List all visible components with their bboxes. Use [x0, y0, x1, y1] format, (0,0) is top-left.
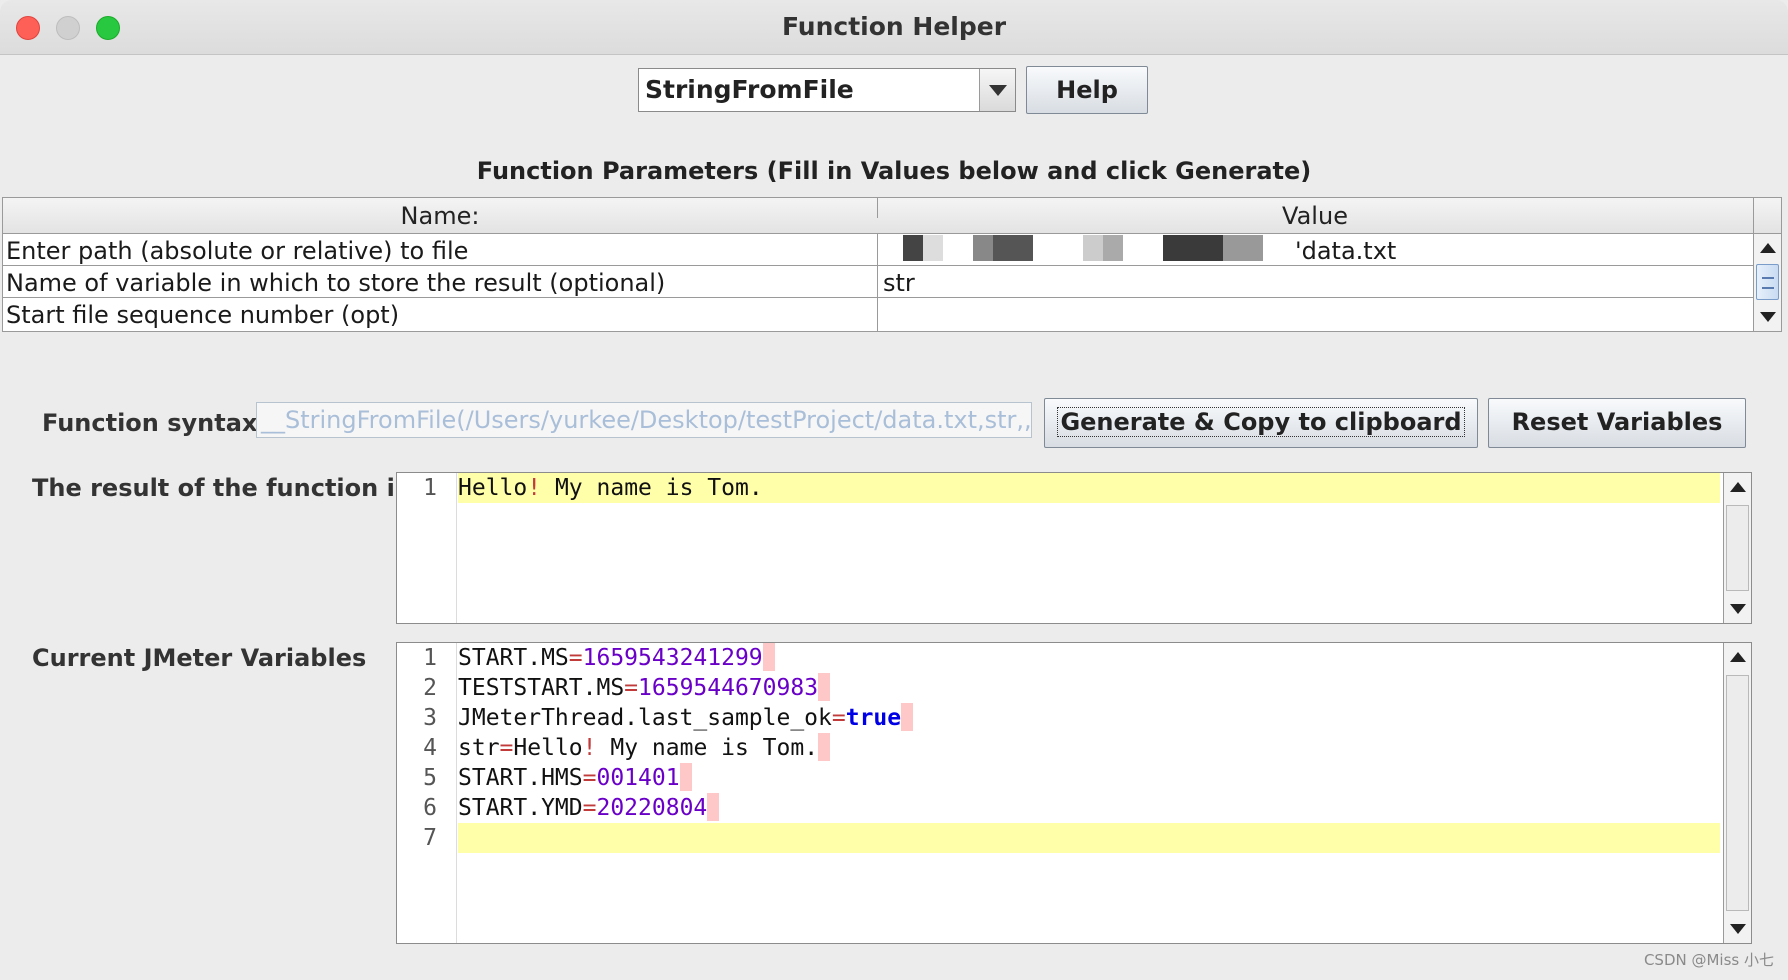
function-helper-window: Function Helper StringFromFile Help Func… — [0, 0, 1788, 980]
variable-line: START.YMD=20220804 — [458, 793, 720, 823]
variable-line: JMeterThread.last_sample_ok=true — [458, 703, 914, 733]
table-row[interactable]: Enter path (absolute or relative) to fil… — [3, 234, 1753, 266]
result-editor[interactable]: 1 Hello! My name is Tom. — [396, 472, 1752, 624]
result-label: The result of the function is — [32, 474, 410, 502]
table-scrollbar[interactable] — [1753, 234, 1781, 331]
parameters-table: Name: Value Enter path (absolute or rela… — [2, 197, 1782, 332]
param-name: Enter path (absolute or relative) to fil… — [6, 237, 469, 265]
param-value[interactable]: str — [883, 269, 915, 297]
line-number-gutter: 1 — [397, 473, 457, 623]
table-row[interactable]: Name of variable in which to store the r… — [3, 266, 1753, 298]
scroll-down-icon[interactable] — [1724, 595, 1751, 623]
line-number-gutter: 1 2 3 4 5 6 7 — [397, 643, 457, 943]
table-row[interactable]: Start file sequence number (opt) — [3, 298, 1753, 330]
title-bar: Function Helper — [0, 0, 1788, 55]
redacted-path — [863, 235, 1293, 261]
function-select-value: StringFromFile — [645, 75, 854, 104]
variables-editor[interactable]: 1 2 3 4 5 6 7 START.MS=1659543241299 TES… — [396, 642, 1752, 944]
scroll-track[interactable] — [1726, 505, 1749, 591]
column-header-value[interactable]: Value — [877, 202, 1753, 230]
line-number: 6 — [423, 795, 437, 821]
variable-line: START.HMS=001401 — [458, 763, 692, 793]
table-header-corner — [1753, 198, 1781, 234]
line-number: 3 — [423, 705, 437, 731]
param-name: Name of variable in which to store the r… — [6, 269, 666, 297]
window-title: Function Helper — [781, 12, 1007, 41]
reset-variables-button[interactable]: Reset Variables — [1488, 398, 1746, 448]
current-line-highlight — [458, 823, 1720, 853]
chevron-down-icon[interactable] — [979, 69, 1015, 111]
scroll-up-icon[interactable] — [1724, 473, 1751, 501]
line-number: 1 — [423, 645, 437, 671]
line-number: 5 — [423, 765, 437, 791]
function-syntax-field[interactable]: __StringFromFile(/Users/yurkee/Desktop/t… — [256, 402, 1032, 438]
line-number: 2 — [423, 675, 437, 701]
variables-scrollbar[interactable] — [1723, 643, 1751, 943]
watermark: CSDN @Miss 小七 — [1643, 951, 1774, 969]
column-divider-line — [877, 234, 878, 331]
variable-line: START.MS=1659543241299 — [458, 643, 775, 673]
param-name: Start file sequence number (opt) — [6, 301, 400, 329]
scroll-up-icon[interactable] — [1754, 234, 1781, 262]
variable-line: str=Hello! My name is Tom. — [458, 733, 831, 763]
param-value[interactable]: 'data.txt — [1295, 237, 1396, 265]
scroll-up-icon[interactable] — [1724, 643, 1751, 671]
result-scrollbar[interactable] — [1723, 473, 1751, 623]
line-number: 7 — [423, 825, 437, 851]
help-button[interactable]: Help — [1026, 66, 1148, 114]
line-number: 4 — [423, 735, 437, 761]
generate-copy-label: Generate & Copy to clipboard — [1057, 407, 1465, 437]
syntax-label: Function syntax: — [42, 409, 267, 437]
generate-copy-button[interactable]: Generate & Copy to clipboard — [1044, 398, 1478, 448]
function-select[interactable]: StringFromFile — [638, 68, 1016, 112]
result-line: Hello! My name is Tom. — [458, 475, 763, 501]
parameters-title: Function Parameters (Fill in Values belo… — [476, 157, 1312, 185]
variables-label: Current JMeter Variables — [32, 644, 367, 672]
scroll-down-icon[interactable] — [1754, 303, 1781, 331]
scroll-thumb[interactable] — [1756, 264, 1779, 300]
line-number: 1 — [423, 475, 437, 501]
variable-line: TESTSTART.MS=1659544670983 — [458, 673, 831, 703]
column-header-name[interactable]: Name: — [3, 202, 877, 230]
scroll-down-icon[interactable] — [1724, 915, 1751, 943]
table-header: Name: Value — [3, 198, 1753, 234]
scroll-track[interactable] — [1726, 675, 1749, 911]
